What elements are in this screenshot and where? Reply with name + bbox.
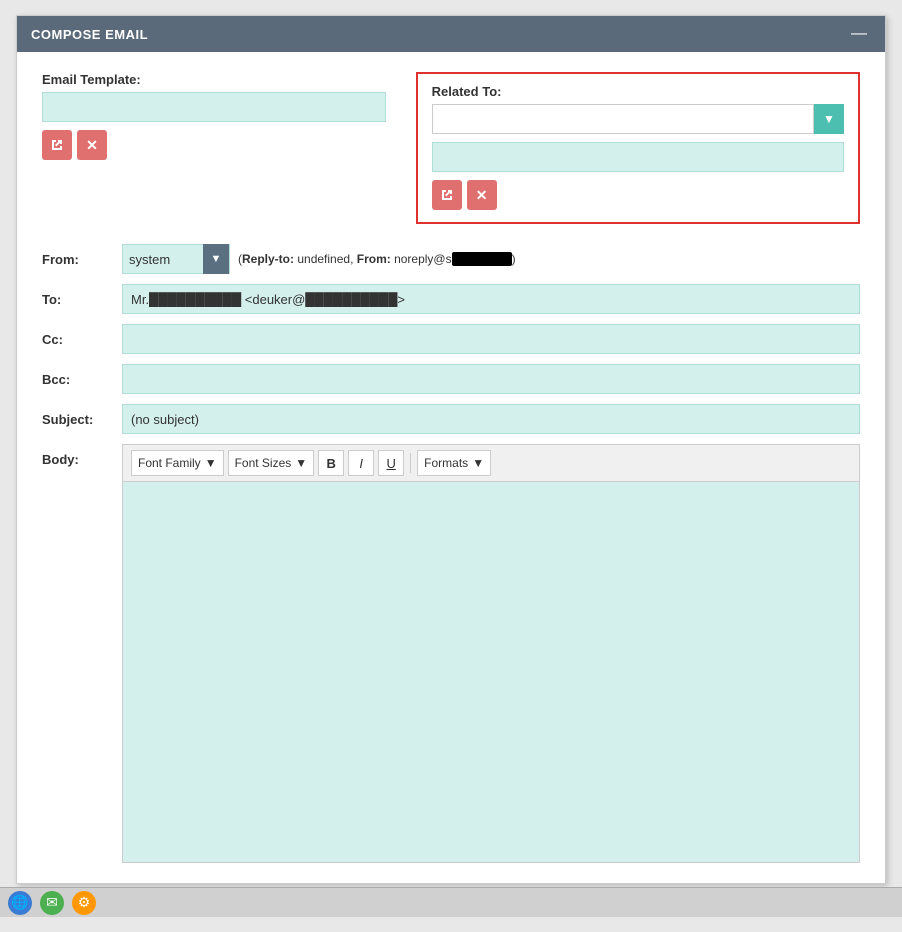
subject-row: Subject: <box>42 404 860 434</box>
cc-label: Cc: <box>42 332 122 347</box>
subject-field <box>122 404 860 434</box>
window-header: COMPOSE EMAIL — <box>17 16 885 52</box>
from-row-inner: system ▼ (Reply-to: undefined, From: nor… <box>122 244 860 274</box>
font-family-arrow-icon: ▼ <box>205 456 217 470</box>
from-field: system ▼ (Reply-to: undefined, From: nor… <box>122 244 860 274</box>
from-arrow-icon: ▼ <box>211 253 222 265</box>
related-clear-icon: ✕ <box>476 187 488 204</box>
body-row: Body: Font Family ▼ Font Sizes ▼ B I U <box>42 444 860 863</box>
to-input[interactable] <box>122 284 860 314</box>
template-clear-button[interactable]: ✕ <box>77 130 107 160</box>
body-label: Body: <box>42 444 122 467</box>
font-family-dropdown[interactable]: Font Family ▼ <box>131 450 224 476</box>
to-label: To: <box>42 292 122 307</box>
to-field <box>122 284 860 314</box>
template-btn-group: ✕ <box>42 130 386 160</box>
bold-button[interactable]: B <box>318 450 344 476</box>
font-family-label: Font Family <box>138 456 201 470</box>
dropdown-arrow-icon: ▼ <box>823 112 835 126</box>
related-link-button[interactable] <box>432 180 462 210</box>
italic-button[interactable]: I <box>348 450 374 476</box>
related-to-dropdown-button[interactable]: ▼ <box>814 104 844 134</box>
reply-to-label: Reply-to: <box>242 252 294 266</box>
from-dropdown-arrow[interactable]: ▼ <box>203 244 229 274</box>
email-template-label: Email Template: <box>42 72 386 87</box>
bcc-label: Bcc: <box>42 372 122 387</box>
from-select-wrapper: system ▼ <box>122 244 230 274</box>
from-label: From: <box>42 252 122 267</box>
related-to-text-input[interactable] <box>432 142 844 172</box>
link-icon <box>50 138 64 152</box>
taskbar-icon-2[interactable]: ✉ <box>40 891 64 915</box>
bcc-field <box>122 364 860 394</box>
underline-button[interactable]: U <box>378 450 404 476</box>
subject-label: Subject: <box>42 412 122 427</box>
email-template-section: Email Template: ✕ <box>42 72 386 160</box>
taskbar-icon-3[interactable]: ⚙ <box>72 891 96 915</box>
cc-input[interactable] <box>122 324 860 354</box>
taskbar: 🌐 ✉ ⚙ <box>0 887 902 917</box>
related-to-dropdown-row: ▼ <box>432 104 844 134</box>
from-email-value: noreply@s <box>394 252 512 266</box>
formats-dropdown[interactable]: Formats ▼ <box>417 450 491 476</box>
template-link-button[interactable] <box>42 130 72 160</box>
related-btn-group: ✕ <box>432 180 844 210</box>
bcc-row: Bcc: <box>42 364 860 394</box>
font-sizes-label: Font Sizes <box>235 456 292 470</box>
window-body: Email Template: ✕ Related To: <box>17 52 885 883</box>
editor-toolbar: Font Family ▼ Font Sizes ▼ B I U Formats… <box>123 445 859 482</box>
cc-field <box>122 324 860 354</box>
taskbar-icon-1[interactable]: 🌐 <box>8 891 32 915</box>
toolbar-separator <box>410 453 411 473</box>
top-section: Email Template: ✕ Related To: <box>42 72 860 224</box>
email-redacted <box>452 252 512 266</box>
from-select[interactable]: system <box>123 248 203 271</box>
minimize-button[interactable]: — <box>847 26 871 42</box>
window-title: COMPOSE EMAIL <box>31 27 148 42</box>
to-row: To: <box>42 284 860 314</box>
clear-icon: ✕ <box>86 137 98 154</box>
font-sizes-dropdown[interactable]: Font Sizes ▼ <box>228 450 315 476</box>
font-sizes-arrow-icon: ▼ <box>295 456 307 470</box>
reply-to-value: undefined <box>297 252 350 266</box>
email-template-input[interactable] <box>42 92 386 122</box>
body-editor: Font Family ▼ Font Sizes ▼ B I U Formats… <box>122 444 860 863</box>
related-clear-button[interactable]: ✕ <box>467 180 497 210</box>
from-row: From: system ▼ (Reply-to: undefined, Fro… <box>42 244 860 274</box>
subject-input[interactable] <box>122 404 860 434</box>
from-info-label: From: <box>357 252 391 266</box>
formats-arrow-icon: ▼ <box>472 456 484 470</box>
formats-label: Formats <box>424 456 468 470</box>
related-link-icon <box>440 188 454 202</box>
cc-row: Cc: <box>42 324 860 354</box>
compose-email-window: COMPOSE EMAIL — Email Template: ✕ <box>16 15 886 884</box>
related-to-label: Related To: <box>432 84 844 99</box>
editor-content-area[interactable] <box>123 482 859 862</box>
related-to-section: Related To: ▼ ✕ <box>416 72 860 224</box>
bcc-input[interactable] <box>122 364 860 394</box>
related-to-input[interactable] <box>432 104 814 134</box>
from-info: (Reply-to: undefined, From: noreply@s ) <box>238 252 516 266</box>
